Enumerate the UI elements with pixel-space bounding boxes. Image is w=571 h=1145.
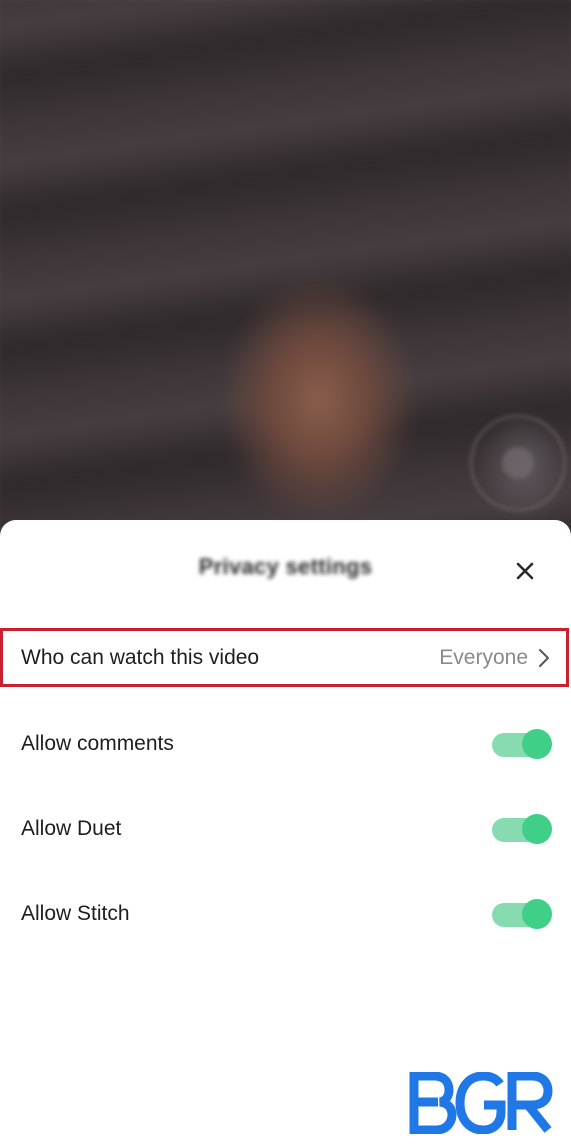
video-preview-background [0,0,571,560]
allow-comments-label: Allow comments [21,732,174,755]
allow-duet-row: Allow Duet [0,799,571,859]
allow-comments-row: Allow comments [0,714,571,774]
allow-comments-toggle[interactable] [492,729,552,759]
allow-duet-label: Allow Duet [21,817,122,840]
record-button-blurred [470,415,566,511]
close-button[interactable] [508,554,542,588]
toggle-knob [522,814,552,844]
allow-stitch-toggle[interactable] [492,899,552,929]
allow-stitch-row: Allow Stitch [0,884,571,944]
who-can-watch-row[interactable]: Who can watch this video Everyone [0,628,571,688]
bgr-watermark-logo [409,1072,553,1134]
who-can-watch-value-group: Everyone [439,646,550,670]
toggle-knob [522,899,552,929]
allow-stitch-label: Allow Stitch [21,902,130,925]
who-can-watch-value: Everyone [439,646,528,669]
sheet-header: Privacy settings [0,520,571,616]
sheet-title: Privacy settings [198,554,373,579]
allow-duet-toggle[interactable] [492,814,552,844]
privacy-settings-sheet: Privacy settings Who can watch this vide… [0,520,571,1145]
close-icon [516,562,534,580]
who-can-watch-label: Who can watch this video [21,646,260,669]
chevron-right-icon [539,649,549,667]
toggle-knob [522,729,552,759]
